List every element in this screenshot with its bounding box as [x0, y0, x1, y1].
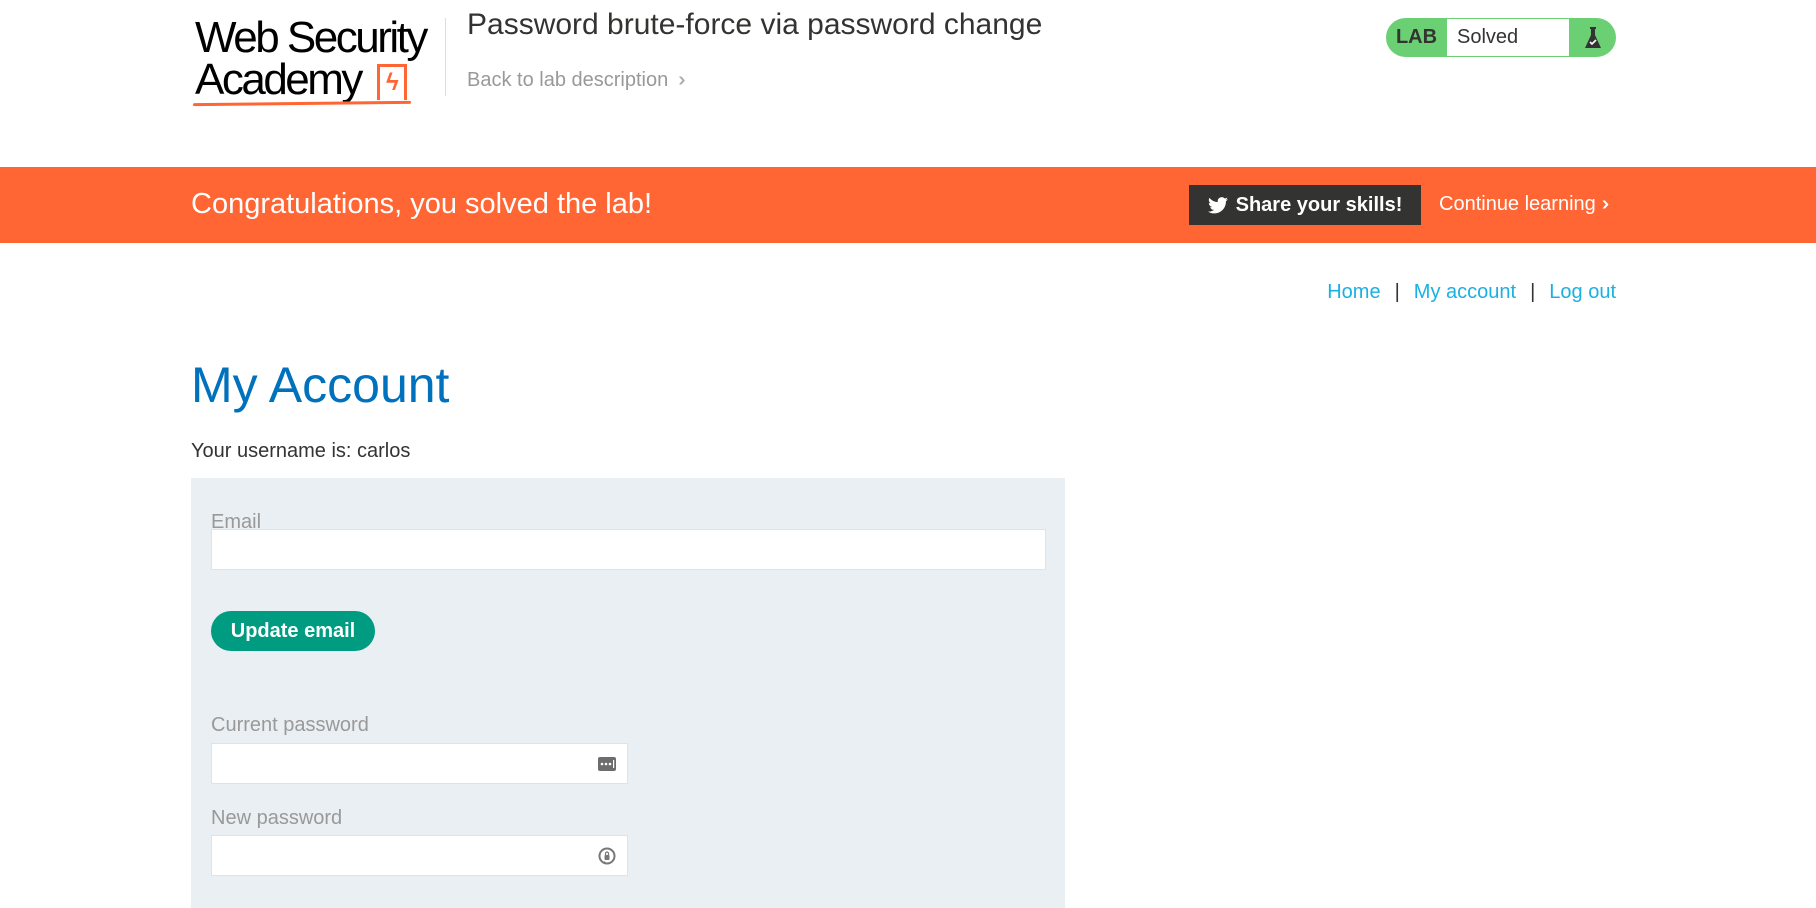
new-password-input[interactable] [212, 836, 582, 874]
current-password-field[interactable] [211, 743, 628, 784]
nav-log-out-link[interactable]: Log out [1549, 281, 1616, 304]
nav-separator: | [1394, 281, 1400, 303]
account-form: Email Update email Current password New … [191, 478, 1065, 908]
share-button-label: Share your skills! [1235, 193, 1403, 216]
lab-badge-label: LAB [1395, 26, 1438, 48]
logo-mark-icon: ϟ [377, 64, 407, 100]
continue-learning-link[interactable]: Continue learning ›› [1439, 193, 1611, 216]
password-manager-icon[interactable] [597, 754, 617, 774]
update-email-button[interactable]: Update email [211, 611, 375, 651]
logo-line-1: Web Security [195, 13, 428, 62]
congratulations-message: Congratulations, you solved the lab! [191, 188, 653, 220]
logo-line-2: Academy [195, 55, 363, 104]
email-input[interactable] [211, 529, 1046, 570]
username-text: Your username is: carlos [191, 440, 411, 462]
new-password-field[interactable] [211, 835, 628, 876]
double-chevron-right-icon: ›› [1601, 193, 1611, 215]
twitter-icon [1207, 196, 1228, 213]
flask-check-icon [1569, 26, 1616, 50]
new-password-label: New password [211, 807, 343, 829]
back-link-label: Back to lab description [467, 69, 669, 91]
lab-title: Password brute-force via password change [467, 8, 1043, 41]
lab-status-text: Solved [1447, 19, 1569, 56]
nav-my-account-link[interactable]: My account [1414, 281, 1516, 304]
nav-home-link[interactable]: Home [1327, 281, 1380, 304]
double-chevron-right-icon: ›› [678, 69, 687, 91]
web-security-academy-logo[interactable]: Web Security Academy ϟ [191, 13, 443, 107]
solved-banner: Congratulations, you solved the lab! Sha… [0, 167, 1816, 243]
lab-status-badge: LAB Solved [1386, 18, 1616, 57]
nav-separator: | [1530, 281, 1536, 303]
generate-password-icon[interactable] [597, 846, 617, 866]
share-skills-button[interactable]: Share your skills! [1189, 185, 1421, 225]
current-password-label: Current password [211, 714, 369, 736]
back-to-lab-description-link[interactable]: Back to lab description ›› [467, 69, 688, 92]
top-navigation: Home | My account | Log out [1327, 281, 1616, 304]
header: Web Security Academy ϟ Password brute-fo… [0, 0, 1816, 167]
current-password-input[interactable] [212, 744, 582, 782]
continue-link-label: Continue learning [1439, 193, 1596, 215]
header-divider [445, 18, 446, 96]
page-title: My Account [191, 357, 450, 413]
